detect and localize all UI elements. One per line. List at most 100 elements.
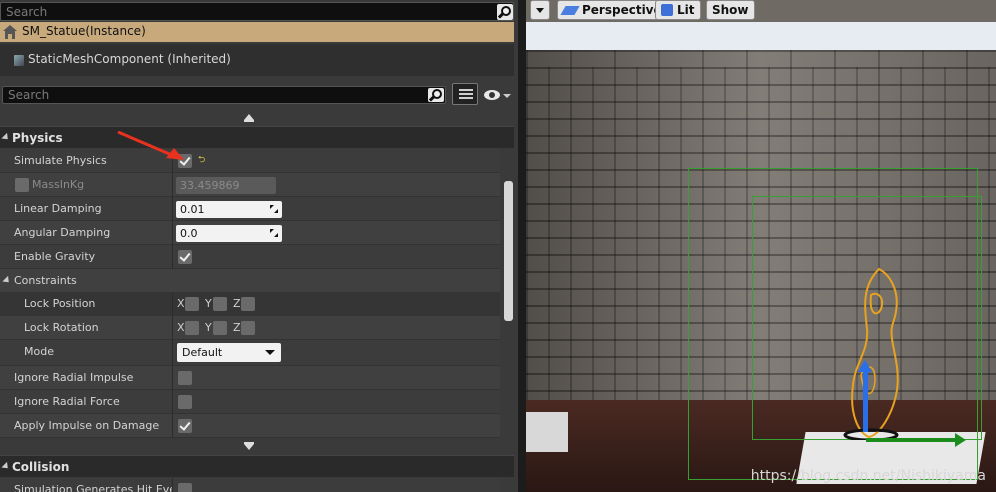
- prop-lock-position: Lock Position X Y Z: [0, 292, 500, 316]
- simulate-physics-label: Simulate Physics: [14, 154, 107, 167]
- details-panel: Search SM_Statue(Instance) StaticMeshCom…: [0, 0, 518, 492]
- mass-override-checkbox[interactable]: [15, 178, 29, 192]
- lock-rotation-x-checkbox[interactable]: [185, 321, 199, 335]
- gizmo-z-arrow[interactable]: [858, 360, 872, 432]
- category-collision[interactable]: Collision: [0, 455, 514, 477]
- chevron-down-icon: [503, 94, 511, 98]
- linear-damping-field[interactable]: 0.01: [176, 201, 282, 218]
- sim-gen-hit-events-label: Simulation Generates Hit Events: [14, 483, 172, 492]
- prop-ignore-radial-impulse: Ignore Radial Impulse: [0, 366, 500, 390]
- linear-damping-value: 0.01: [180, 203, 205, 216]
- angular-damping-value: 0.0: [180, 227, 198, 240]
- prop-mass-in-kg: MassInKg 33.459869: [0, 173, 500, 197]
- floor-block: [526, 412, 568, 452]
- top-search-placeholder: Search: [6, 5, 48, 19]
- lock-rotation-x-label: X: [177, 321, 185, 334]
- prop-mode: Mode Default: [0, 340, 500, 366]
- prop-angular-damping: Angular Damping 0.0: [0, 221, 500, 245]
- linear-damping-label: Linear Damping: [14, 202, 102, 215]
- lit-label: Lit: [677, 3, 695, 17]
- lock-position-z-label: Z: [233, 297, 241, 310]
- mass-in-kg-label: MassInKg: [32, 178, 85, 191]
- expand-arrow-icon: [1, 132, 11, 143]
- annotation-red-arrow: [117, 130, 184, 160]
- drag-handle-icon[interactable]: [270, 229, 278, 237]
- mode-dropdown[interactable]: Default: [177, 343, 281, 362]
- prop-ignore-radial-force: Ignore Radial Force: [0, 390, 500, 414]
- angular-damping-label: Angular Damping: [14, 226, 111, 239]
- panel-splitter[interactable]: [518, 0, 526, 492]
- view-options-button[interactable]: [482, 86, 512, 104]
- reset-to-default-icon[interactable]: ⮌: [198, 156, 206, 165]
- mode-label: Mode: [24, 345, 54, 358]
- lock-rotation-y-checkbox[interactable]: [213, 321, 227, 335]
- top-search-box[interactable]: Search: [0, 2, 514, 21]
- lock-rotation-label: Lock Rotation: [24, 321, 99, 334]
- prop-sim-gen-hit-events: Simulation Generates Hit Events: [0, 478, 500, 492]
- ignore-radial-force-checkbox[interactable]: [178, 395, 192, 409]
- lock-position-x-checkbox[interactable]: [185, 297, 199, 311]
- apply-impulse-on-damage-checkbox[interactable]: [178, 419, 192, 433]
- actor-house-icon: [3, 25, 18, 39]
- expand-arrow-icon: [1, 461, 11, 472]
- lock-position-label: Lock Position: [24, 297, 96, 310]
- lit-cube-icon: [661, 4, 673, 16]
- lock-position-x-label: X: [177, 297, 185, 310]
- prop-constraints[interactable]: Constraints: [0, 269, 500, 293]
- sim-gen-hit-events-checkbox[interactable]: [178, 483, 192, 492]
- expand-arrow-icon: [2, 275, 12, 286]
- prop-enable-gravity: Enable Gravity: [0, 245, 500, 269]
- lock-position-z-checkbox[interactable]: [241, 297, 255, 311]
- static-mesh-icon: [14, 55, 24, 66]
- dropdown-caret-icon: [265, 350, 275, 355]
- ignore-radial-impulse-label: Ignore Radial Impulse: [14, 371, 134, 384]
- component-label: StaticMeshComponent (Inherited): [28, 52, 231, 66]
- lock-rotation-z-checkbox[interactable]: [241, 321, 255, 335]
- perspective-label: Perspective: [582, 3, 662, 17]
- drag-handle-icon[interactable]: [270, 205, 278, 213]
- property-matrix-button[interactable]: [452, 83, 478, 105]
- details-search-placeholder: Search: [8, 88, 50, 102]
- perspective-button[interactable]: Perspective: [557, 0, 668, 20]
- details-search-box[interactable]: Search: [2, 86, 446, 104]
- prop-linear-damping: Linear Damping 0.01: [0, 197, 500, 221]
- category-collision-label: Collision: [12, 460, 70, 474]
- ignore-radial-impulse-checkbox[interactable]: [178, 371, 192, 385]
- lit-button[interactable]: Lit: [655, 0, 701, 20]
- lock-rotation-y-label: Y: [205, 321, 212, 334]
- constraints-label: Constraints: [14, 274, 77, 287]
- arrow-down-icon: [244, 442, 254, 450]
- statue-mesh-outline: [843, 267, 899, 440]
- viewport-options-button[interactable]: [530, 0, 550, 20]
- arrow-up-icon: [244, 114, 254, 122]
- prop-simulate-physics: Simulate Physics ⮌: [0, 149, 500, 173]
- watermark-text: https://blog.csdn.net/Nishikiyama: [750, 468, 986, 484]
- level-viewport[interactable]: Perspective Lit Show https://blog.csdn.n…: [526, 0, 996, 492]
- viewport-toolbar: Perspective Lit Show: [526, 0, 996, 22]
- show-label: Show: [712, 3, 749, 17]
- details-search-icon[interactable]: [428, 88, 444, 102]
- enable-gravity-checkbox[interactable]: [178, 250, 192, 264]
- details-scrollbar[interactable]: [504, 181, 513, 321]
- prop-apply-impulse-on-damage: Apply Impulse on Damage: [0, 414, 500, 438]
- instance-row[interactable]: SM_Statue(Instance): [0, 22, 514, 42]
- lock-position-y-label: Y: [205, 297, 212, 310]
- apply-impulse-on-damage-label: Apply Impulse on Damage: [14, 419, 160, 432]
- prop-lock-rotation: Lock Rotation X Y Z: [0, 316, 500, 340]
- gizmo-x-arrow[interactable]: [866, 433, 966, 447]
- mode-value: Default: [182, 346, 223, 359]
- enable-gravity-label: Enable Gravity: [14, 250, 96, 263]
- perspective-icon: [560, 6, 580, 15]
- category-physics[interactable]: Physics: [0, 126, 514, 148]
- lock-position-y-checkbox[interactable]: [213, 297, 227, 311]
- angular-damping-field[interactable]: 0.0: [176, 225, 282, 242]
- show-button[interactable]: Show: [706, 0, 755, 20]
- scroll-up-button[interactable]: [0, 111, 514, 125]
- chevron-down-icon: [536, 8, 544, 13]
- scroll-down-button[interactable]: [0, 440, 514, 454]
- top-search-icon[interactable]: [497, 4, 513, 20]
- category-physics-label: Physics: [12, 131, 63, 145]
- instance-label: SM_Statue(Instance): [22, 24, 146, 38]
- eye-icon: [484, 90, 500, 100]
- component-row[interactable]: StaticMeshComponent (Inherited): [0, 44, 514, 76]
